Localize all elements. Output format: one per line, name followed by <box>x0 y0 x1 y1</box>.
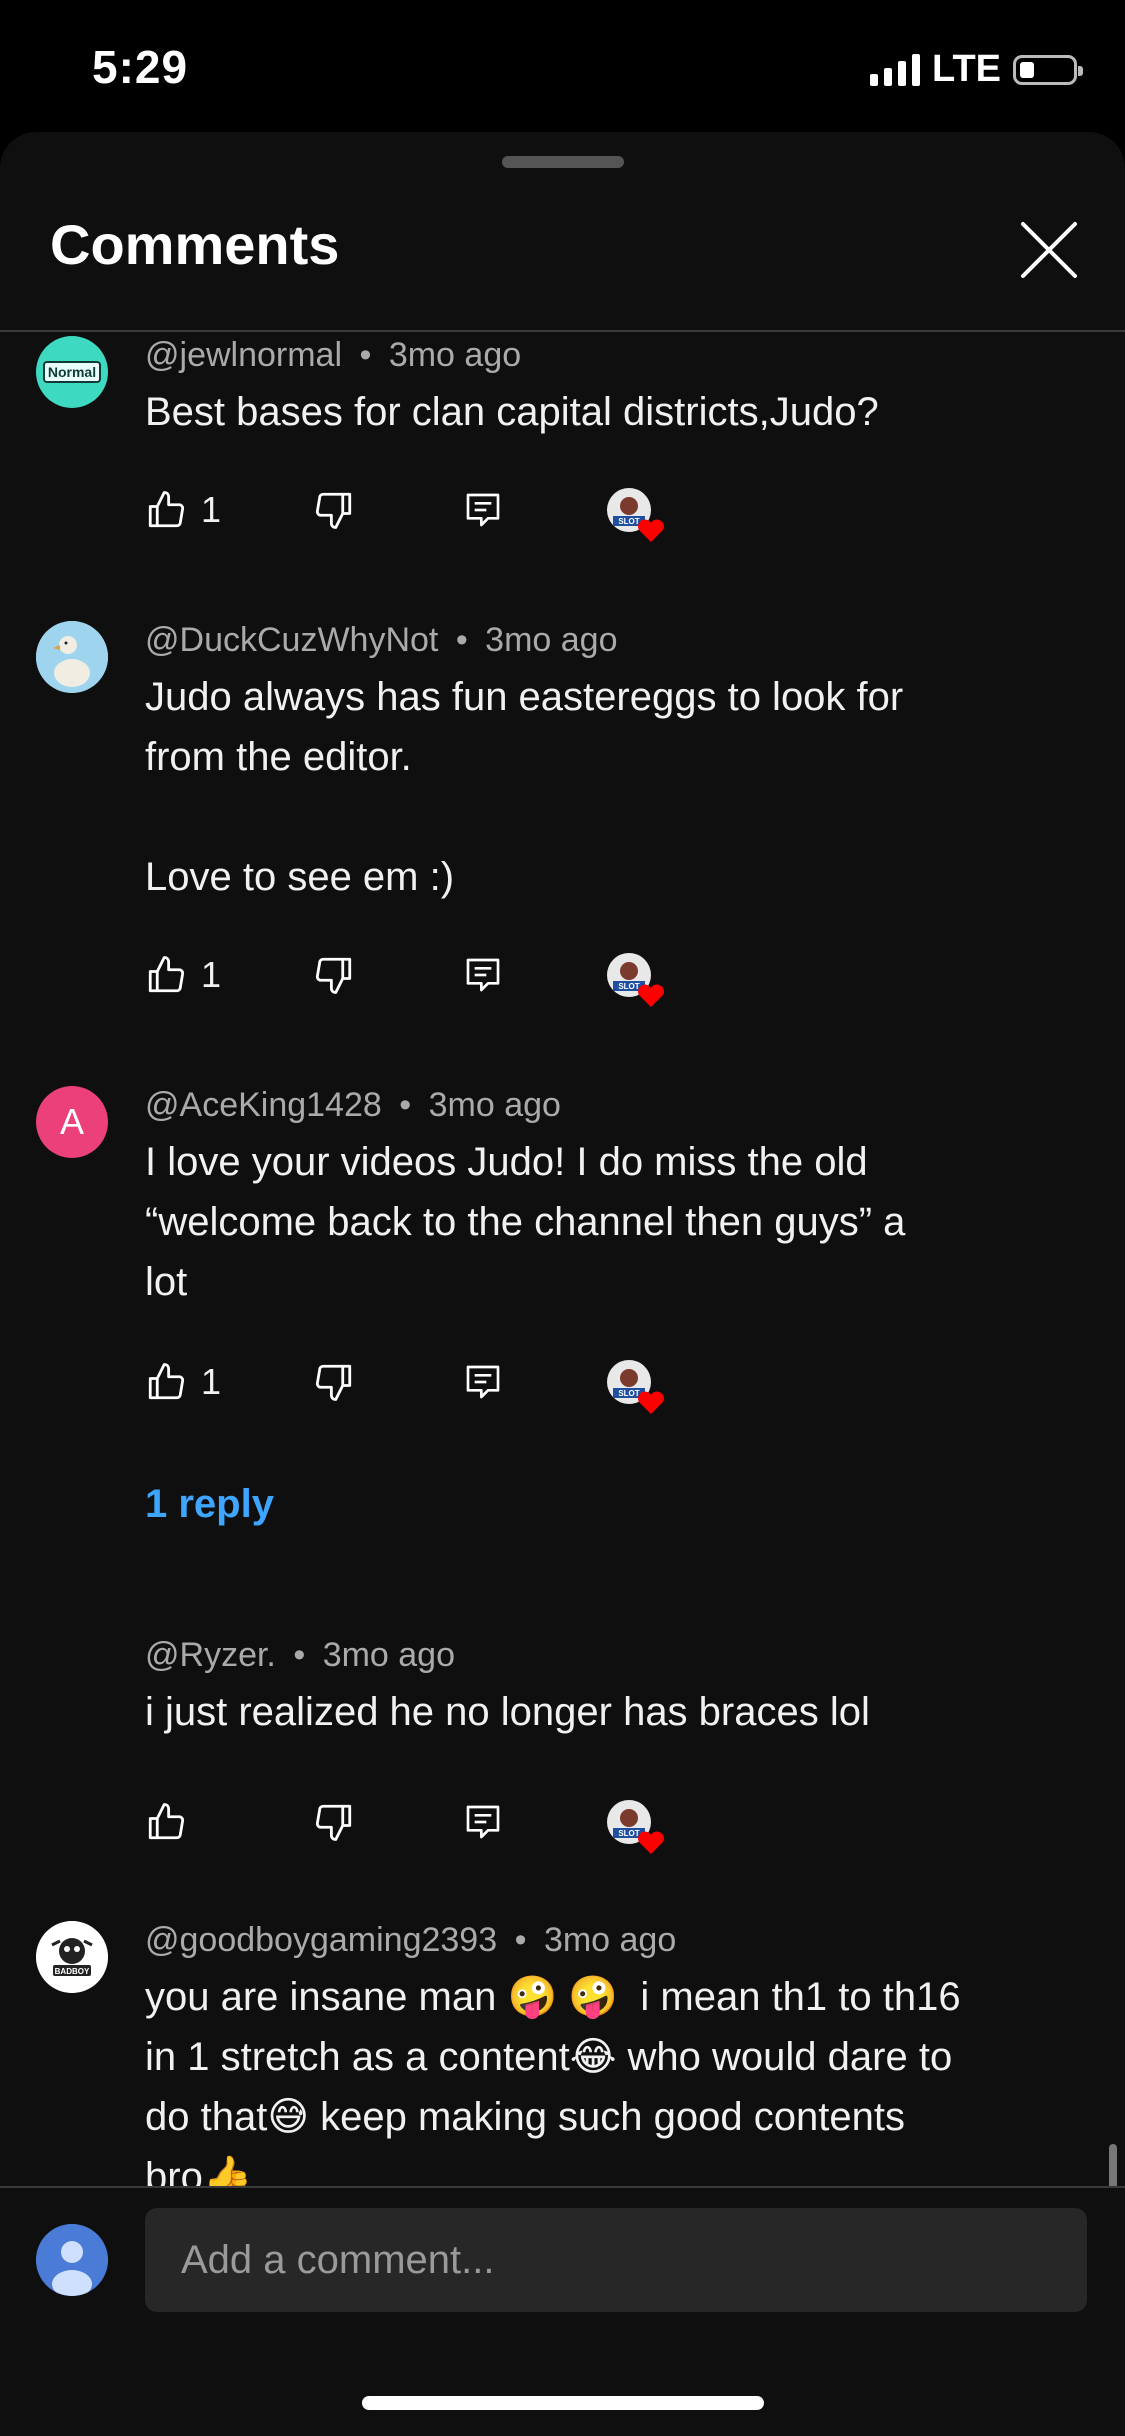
view-replies-link[interactable]: 1 reply <box>145 1482 274 1527</box>
meta-separator: • <box>455 621 468 659</box>
reply-icon <box>466 1365 500 1399</box>
comment-meta: @goodboygaming2393 • 3mo ago <box>145 1921 676 1960</box>
thumbs-up-icon <box>148 491 185 528</box>
creator-badge-label: SLOT <box>618 982 639 991</box>
like-button[interactable]: 1 <box>145 1352 221 1412</box>
sheet-drag-handle[interactable] <box>502 156 624 168</box>
creator-heart-icon: SLOT <box>605 951 665 1011</box>
comment-text: i just realized he no longer has braces … <box>145 1690 870 1734</box>
add-comment-input[interactable] <box>145 2208 1087 2312</box>
comment-author[interactable]: @DuckCuzWhyNot <box>145 621 438 659</box>
comment-meta: @AceKing1428 • 3mo ago <box>145 1086 561 1125</box>
comment-time: 3mo ago <box>322 1636 456 1674</box>
avatar-label: A <box>59 1101 84 1142</box>
comment-text: you are insane man 🤪 🤪 i mean th1 to th1… <box>145 1975 961 2199</box>
user-avatar[interactable] <box>36 2224 108 2296</box>
sheet-title: Comments <box>50 213 340 276</box>
battery-icon <box>1013 54 1083 85</box>
comment-author[interactable]: @jewlnormal <box>145 336 342 374</box>
comment-text: Best bases for clan capital districts,Ju… <box>145 390 879 434</box>
reply-button[interactable] <box>463 1792 503 1852</box>
comment-author[interactable]: @AceKing1428 <box>145 1086 382 1124</box>
dislike-button[interactable] <box>313 1352 355 1412</box>
network-label: LTE <box>932 48 1001 90</box>
like-count: 1 <box>201 489 222 530</box>
comment-author[interactable]: @Ryzer. <box>145 1636 276 1674</box>
comment-time: 3mo ago <box>485 621 618 659</box>
comment-actions: 1 SLOT <box>145 945 705 1007</box>
comment-actions: 1 SLOT <box>145 1352 705 1414</box>
status-bar: 5:29 LTE <box>0 0 1125 140</box>
reply-icon <box>466 493 500 527</box>
meta-separator: • <box>399 1086 412 1124</box>
reply-button[interactable] <box>463 945 503 1005</box>
dislike-button[interactable] <box>313 945 355 1005</box>
thumbs-down-icon <box>315 957 352 994</box>
comment-author[interactable]: @goodboygaming2393 <box>145 1921 497 1959</box>
user-avatar-icon <box>36 2224 108 2296</box>
thumbs-up-icon <box>148 1803 185 1840</box>
like-button[interactable] <box>145 1792 201 1852</box>
creator-heart-icon: SLOT <box>605 1358 665 1418</box>
comment-actions: SLOT <box>145 1792 705 1854</box>
comment-meta: @DuckCuzWhyNot • 3mo ago <box>145 621 618 660</box>
thumbs-down-icon <box>315 1364 352 1401</box>
status-time: 5:29 <box>92 41 189 93</box>
avatar[interactable]: A <box>36 1086 108 1158</box>
like-count: 1 <box>201 954 222 995</box>
reply-button[interactable] <box>463 1352 503 1412</box>
comment-text: Judo always has fun eastereggs to look f… <box>145 675 904 899</box>
dislike-button[interactable] <box>313 480 355 540</box>
sheet-header: Comments <box>0 202 1125 332</box>
creator-heart-icon: SLOT <box>605 486 665 546</box>
meta-separator: • <box>514 1921 527 1959</box>
comment-time: 3mo ago <box>428 1086 561 1124</box>
comment-composer <box>0 2186 1125 2436</box>
meta-separator: • <box>359 336 372 374</box>
close-icon <box>1021 222 1077 278</box>
comments-sheet: Comments Normal @jewlnormal • 3mo ago Be… <box>0 132 1125 2436</box>
avatar[interactable]: BADBOY <box>36 1921 108 1993</box>
meta-separator: • <box>293 1636 306 1674</box>
creator-badge-label: SLOT <box>618 517 639 526</box>
comment-meta: @Ryzer. • 3mo ago <box>145 1636 455 1675</box>
signal-icon <box>870 53 921 86</box>
creator-badge-label: SLOT <box>618 1389 639 1398</box>
avatar[interactable]: Normal <box>36 336 108 408</box>
comment-actions: 1 SLOT <box>145 480 705 542</box>
avatar[interactable] <box>36 621 108 693</box>
thumbs-down-icon <box>315 492 352 529</box>
avatar-label: Normal <box>42 361 102 383</box>
badboy-avatar-icon: BADBOY <box>36 1921 108 1993</box>
reply-icon <box>466 1805 500 1839</box>
home-indicator <box>362 2396 764 2410</box>
thumbs-up-icon <box>148 1363 185 1400</box>
reply-button[interactable] <box>463 480 503 540</box>
comments-list[interactable]: Normal @jewlnormal • 3mo ago Best bases … <box>0 332 1125 2318</box>
avatar-label: BADBOY <box>55 1967 90 1976</box>
creator-heart-icon: SLOT <box>605 1798 665 1858</box>
dislike-button[interactable] <box>313 1792 355 1852</box>
comment-text: I love your videos Judo! I do miss the o… <box>145 1140 906 1304</box>
like-button[interactable]: 1 <box>145 945 221 1005</box>
comment-meta: @jewlnormal • 3mo ago <box>145 336 521 375</box>
composer-divider <box>0 2186 1125 2188</box>
close-button[interactable] <box>1001 202 1097 298</box>
creator-badge-label: SLOT <box>618 1829 639 1838</box>
thumbs-down-icon <box>315 1804 352 1841</box>
like-count: 1 <box>201 1361 222 1402</box>
thumbs-up-icon <box>148 956 185 993</box>
duck-avatar-icon <box>36 621 108 693</box>
comment-time: 3mo ago <box>543 1921 677 1959</box>
like-button[interactable]: 1 <box>145 480 221 540</box>
reply-icon <box>466 958 500 992</box>
status-indicators: LTE <box>870 48 1083 91</box>
comment-time: 3mo ago <box>388 336 522 374</box>
